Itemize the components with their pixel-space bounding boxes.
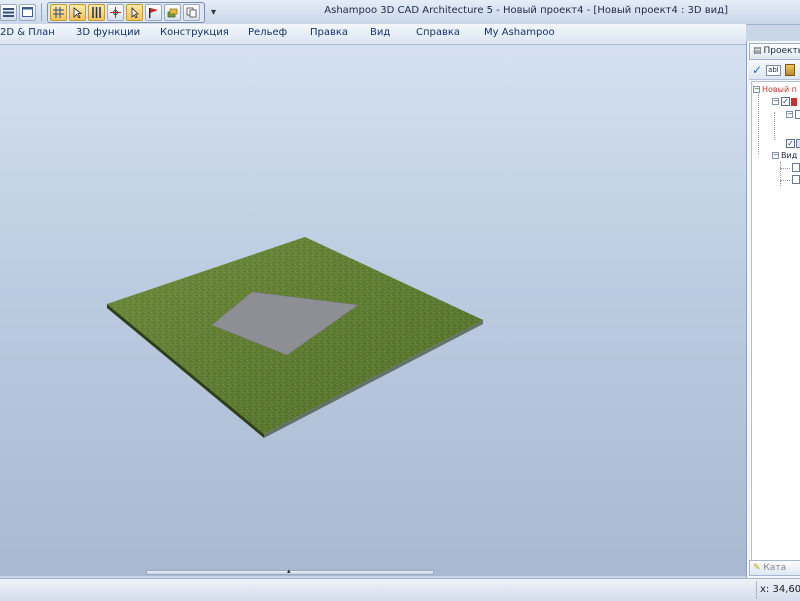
menu-2d-plan[interactable]: 2D & План: [0, 27, 55, 38]
collapse-icon[interactable]: −: [753, 86, 760, 93]
projects-tab-icon: ▤: [753, 46, 762, 56]
catalog-icon: ✎: [753, 563, 761, 573]
3d-viewport[interactable]: ▴: [0, 45, 746, 576]
tree-item-terrain[interactable]: ✓: [786, 138, 800, 150]
check-icon[interactable]: ✓: [752, 63, 762, 77]
horizontal-scroll-handle[interactable]: ▴: [146, 567, 434, 575]
cursor-coordinates: x: 34,606: [760, 584, 800, 595]
tree-connector: [774, 112, 775, 140]
menu-edit[interactable]: Правка: [310, 27, 348, 38]
3d-scene[interactable]: [0, 45, 746, 576]
tree-item-view-1[interactable]: [792, 162, 800, 174]
tree-item-project-label: Новый п: [762, 85, 797, 94]
layers-icon[interactable]: [164, 3, 181, 21]
visibility-checkbox[interactable]: ✓: [786, 139, 795, 148]
collapse-icon[interactable]: −: [772, 98, 779, 105]
layer-icon: [795, 110, 800, 119]
title-bar: ▾ Ashampoo 3D CAD Architecture 5 - Новый…: [0, 0, 800, 25]
scroll-up-arrow-icon[interactable]: ▴: [287, 567, 291, 575]
tree-connector: [780, 162, 781, 186]
vertical-lines-icon[interactable]: [88, 3, 105, 21]
copy-icon[interactable]: [183, 3, 200, 21]
flag-icon[interactable]: [145, 3, 162, 21]
tab-projects-label: Проекты: [763, 46, 800, 56]
window-icon[interactable]: [19, 3, 36, 21]
rename-abl-icon[interactable]: abl: [766, 64, 781, 76]
menu-terrain[interactable]: Рельеф: [248, 27, 287, 38]
menu-view[interactable]: Вид: [370, 27, 390, 38]
tree-item-view-2[interactable]: [792, 174, 800, 186]
menu-bar: 2D & План 3D функции Конструкция Рельеф …: [0, 24, 746, 45]
pointer-icon[interactable]: [126, 3, 143, 21]
menu-construction[interactable]: Конструкция: [160, 27, 229, 38]
menu-icon[interactable]: [0, 3, 17, 21]
image-icon[interactable]: [784, 64, 795, 76]
quick-access-toolbar: ▾: [0, 1, 216, 23]
project-tree: − Новый п − ✓ − ✓ − Вид: [751, 81, 800, 563]
project-panel: ▤Проекты ✓ abl −Новый п −✓ − ✓ −Вид: [746, 41, 800, 578]
menu-help[interactable]: Справка: [416, 27, 460, 38]
window-title: Ashampoo 3D CAD Architecture 5 - Новый п…: [324, 5, 728, 16]
menu-my-ashampoo[interactable]: My Ashampoo: [484, 27, 555, 38]
collapse-icon[interactable]: −: [786, 111, 793, 118]
visibility-checkbox[interactable]: ✓: [781, 97, 790, 106]
tree-connector: [780, 168, 790, 169]
tree-item-sublevel[interactable]: −: [786, 109, 800, 121]
snap-tools-group: [47, 1, 205, 23]
customize-toolbar-icon[interactable]: ▾: [211, 7, 216, 18]
tab-catalog-label: Ката: [763, 563, 787, 573]
tab-catalog[interactable]: ✎ Ката: [749, 560, 800, 576]
crosshair-icon[interactable]: [107, 3, 124, 21]
tree-item-views[interactable]: − Вид: [772, 150, 797, 162]
view-icon: [792, 175, 800, 184]
tree-item-level[interactable]: − ✓: [772, 96, 797, 108]
toolbar-separator: [41, 3, 42, 21]
grid-icon[interactable]: [50, 3, 67, 21]
status-separator: [756, 581, 757, 599]
tree-connector: [758, 94, 759, 154]
collapse-icon[interactable]: −: [772, 152, 779, 159]
status-bar: x: 34,606: [0, 578, 800, 601]
building-icon: [791, 97, 797, 106]
panel-toolbar: ✓ abl: [749, 61, 800, 80]
select-arrow-icon[interactable]: [69, 3, 86, 21]
tree-connector: [780, 180, 790, 181]
tree-item-views-label: Вид: [781, 151, 798, 160]
tab-projects[interactable]: ▤Проекты: [749, 43, 800, 60]
menu-3d-functions[interactable]: 3D функции: [76, 27, 140, 38]
terrain-icon: [796, 139, 800, 148]
view-icon: [792, 163, 800, 172]
tree-item-project[interactable]: − Новый п: [753, 84, 797, 96]
